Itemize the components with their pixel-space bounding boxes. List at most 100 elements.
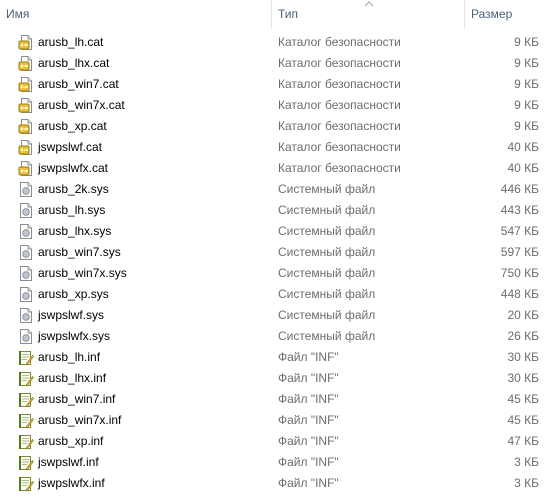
column-header-size[interactable]: Размер bbox=[465, 0, 545, 28]
file-name: arusb_win7.sys bbox=[38, 245, 121, 259]
file-row[interactable]: arusb_xp.inf Файл "INF" 47 КБ bbox=[0, 431, 545, 452]
file-row[interactable]: arusb_xp.sys Системный файл 448 КБ bbox=[0, 284, 545, 305]
sys-file-icon bbox=[18, 202, 34, 219]
file-name: arusb_win7.cat bbox=[38, 77, 119, 91]
file-size: 30 КБ bbox=[507, 371, 539, 385]
file-type: Системный файл bbox=[278, 203, 376, 217]
file-type: Каталог безопасности bbox=[278, 77, 401, 91]
file-size: 597 КБ bbox=[500, 245, 539, 259]
file-name: arusb_win7x.sys bbox=[38, 266, 127, 280]
file-name: arusb_win7x.inf bbox=[38, 413, 122, 427]
column-header: Имя Тип Размер bbox=[0, 0, 545, 30]
file-type: Файл "INF" bbox=[278, 350, 339, 364]
file-size: 47 КБ bbox=[507, 434, 539, 448]
file-type: Каталог безопасности bbox=[278, 119, 401, 133]
sort-ascending-icon bbox=[364, 1, 374, 7]
cat-file-icon bbox=[18, 139, 34, 156]
file-row[interactable]: jswpslwfx.cat Каталог безопасности 40 КБ bbox=[0, 158, 545, 179]
file-type: Системный файл bbox=[278, 308, 376, 322]
file-name: arusb_lhx.sys bbox=[38, 224, 112, 238]
cat-file-icon bbox=[18, 118, 34, 135]
cat-file-icon bbox=[18, 97, 34, 114]
inf-file-icon bbox=[18, 349, 34, 366]
file-size: 20 КБ bbox=[507, 308, 539, 322]
file-row[interactable]: arusb_win7.inf Файл "INF" 45 КБ bbox=[0, 389, 545, 410]
inf-file-icon bbox=[18, 391, 34, 408]
file-row[interactable]: arusb_lhx.cat Каталог безопасности 9 КБ bbox=[0, 53, 545, 74]
file-row[interactable]: arusb_win7.cat Каталог безопасности 9 КБ bbox=[0, 74, 545, 95]
file-name: arusb_2k.sys bbox=[38, 182, 109, 196]
file-name: arusb_lh.cat bbox=[38, 35, 104, 49]
file-size: 45 КБ bbox=[507, 413, 539, 427]
file-row[interactable]: arusb_lhx.sys Системный файл 547 КБ bbox=[0, 221, 545, 242]
file-name: jswpslwfx.inf bbox=[38, 476, 105, 490]
file-type: Системный файл bbox=[278, 245, 376, 259]
inf-file-icon bbox=[18, 475, 34, 492]
cat-file-icon bbox=[18, 76, 34, 93]
file-type: Системный файл bbox=[278, 329, 376, 343]
file-row[interactable]: jswpslwf.sys Системный файл 20 КБ bbox=[0, 305, 545, 326]
file-size: 443 КБ bbox=[500, 203, 539, 217]
inf-file-icon bbox=[18, 370, 34, 387]
file-row[interactable]: arusb_lhx.inf Файл "INF" 30 КБ bbox=[0, 368, 545, 389]
file-size: 547 КБ bbox=[500, 224, 539, 238]
file-type: Файл "INF" bbox=[278, 455, 339, 469]
file-size: 750 КБ bbox=[500, 266, 539, 280]
file-row[interactable]: arusb_lh.cat Каталог безопасности 9 КБ bbox=[0, 32, 545, 53]
sys-file-icon bbox=[18, 307, 34, 324]
file-row[interactable]: arusb_win7x.inf Файл "INF" 45 КБ bbox=[0, 410, 545, 431]
file-type: Файл "INF" bbox=[278, 413, 339, 427]
file-size: 9 КБ bbox=[514, 119, 539, 133]
file-type: Файл "INF" bbox=[278, 392, 339, 406]
file-size: 446 КБ bbox=[500, 182, 539, 196]
file-type: Системный файл bbox=[278, 266, 376, 280]
file-size: 9 КБ bbox=[514, 56, 539, 70]
cat-file-icon bbox=[18, 160, 34, 177]
file-size: 9 КБ bbox=[514, 35, 539, 49]
sys-file-icon bbox=[18, 328, 34, 345]
file-type: Системный файл bbox=[278, 224, 376, 238]
file-name: jswpslwf.sys bbox=[38, 308, 105, 322]
file-type: Системный файл bbox=[278, 287, 376, 301]
file-name: jswpslwf.cat bbox=[38, 140, 103, 154]
file-name: jswpslwfx.cat bbox=[38, 161, 109, 175]
file-type: Каталог безопасности bbox=[278, 161, 401, 175]
file-name: arusb_lh.sys bbox=[38, 203, 106, 217]
file-row[interactable]: jswpslwfx.inf Файл "INF" 3 КБ bbox=[0, 473, 545, 494]
inf-file-icon bbox=[18, 433, 34, 450]
column-header-name[interactable]: Имя bbox=[0, 0, 271, 28]
file-row[interactable]: arusb_xp.cat Каталог безопасности 9 КБ bbox=[0, 116, 545, 137]
file-size: 30 КБ bbox=[507, 350, 539, 364]
sys-file-icon bbox=[18, 223, 34, 240]
sys-file-icon bbox=[18, 181, 34, 198]
file-type: Каталог безопасности bbox=[278, 140, 401, 154]
sys-file-icon bbox=[18, 244, 34, 261]
file-name: arusb_xp.sys bbox=[38, 287, 109, 301]
file-name: arusb_lhx.inf bbox=[38, 371, 107, 385]
file-row[interactable]: arusb_2k.sys Системный файл 446 КБ bbox=[0, 179, 545, 200]
file-row[interactable]: arusb_lh.inf Файл "INF" 30 КБ bbox=[0, 347, 545, 368]
file-row[interactable]: jswpslwf.inf Файл "INF" 3 КБ bbox=[0, 452, 545, 473]
file-name: arusb_win7x.cat bbox=[38, 98, 125, 112]
cat-file-icon bbox=[18, 34, 34, 51]
file-row[interactable]: jswpslwfx.sys Системный файл 26 КБ bbox=[0, 326, 545, 347]
file-type: Каталог безопасности bbox=[278, 98, 401, 112]
inf-file-icon bbox=[18, 454, 34, 471]
file-name: arusb_lh.inf bbox=[38, 350, 101, 364]
file-type: Каталог безопасности bbox=[278, 35, 401, 49]
file-row[interactable]: arusb_lh.sys Системный файл 443 КБ bbox=[0, 200, 545, 221]
file-type: Каталог безопасности bbox=[278, 56, 401, 70]
file-row[interactable]: arusb_win7.sys Системный файл 597 КБ bbox=[0, 242, 545, 263]
file-row[interactable]: jswpslwf.cat Каталог безопасности 40 КБ bbox=[0, 137, 545, 158]
file-size: 448 КБ bbox=[500, 287, 539, 301]
cat-file-icon bbox=[18, 55, 34, 72]
file-size: 3 КБ bbox=[514, 476, 539, 490]
file-row[interactable]: arusb_win7x.sys Системный файл 750 КБ bbox=[0, 263, 545, 284]
file-row[interactable]: arusb_win7x.cat Каталог безопасности 9 КБ bbox=[0, 95, 545, 116]
sys-file-icon bbox=[18, 265, 34, 282]
sys-file-icon bbox=[18, 286, 34, 303]
file-name: jswpslwfx.sys bbox=[38, 329, 111, 343]
file-size: 9 КБ bbox=[514, 77, 539, 91]
file-type: Файл "INF" bbox=[278, 476, 339, 490]
file-type: Файл "INF" bbox=[278, 434, 339, 448]
